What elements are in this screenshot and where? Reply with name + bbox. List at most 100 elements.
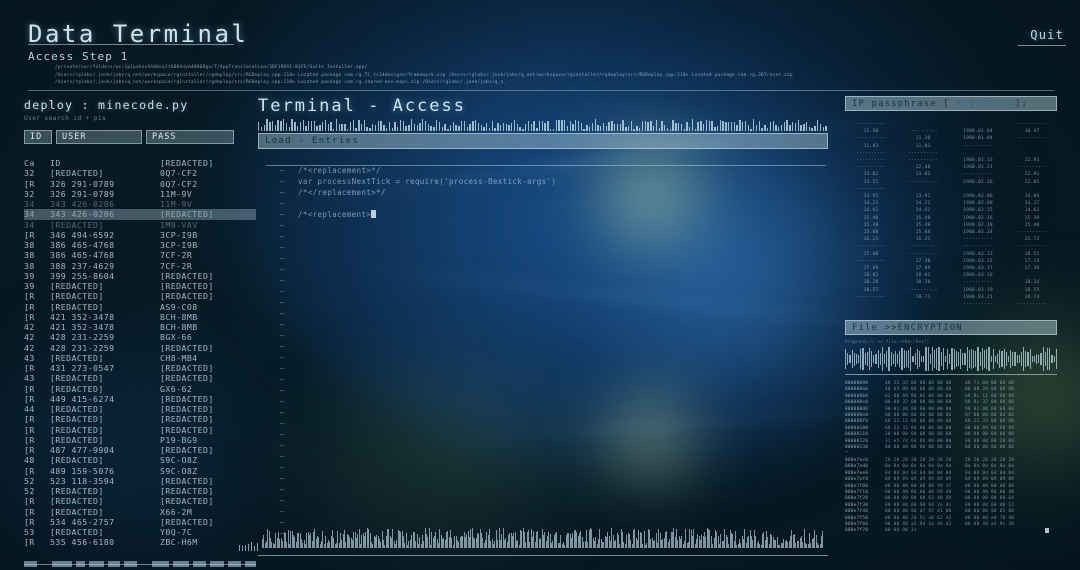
ip-cell-b: ---------- — [908, 150, 938, 156]
table-row[interactable]: 48 [REDACTED] S9C-O8Z — [24, 455, 256, 465]
table-row[interactable]: 42 428 231-2259 [REDACTED] — [24, 343, 256, 353]
table-row[interactable]: 34 [REDACTED] 1M9-VAV — [24, 220, 256, 230]
table-row[interactable]: 34 343 426-0206 [REDACTED] — [24, 209, 256, 220]
waveform-bar — [1018, 354, 1020, 364]
code-line[interactable]: — — [258, 352, 828, 363]
code-line[interactable]: — — [258, 506, 828, 517]
code-line[interactable]: — /*</replacement>*/ — [258, 187, 828, 198]
timeline-ruler[interactable] — [262, 526, 824, 548]
tick-mark — [811, 127, 813, 131]
table-row[interactable]: [R [REDACTED] X66-2M — [24, 507, 256, 517]
code-line[interactable]: — — [258, 451, 828, 462]
ip-cell-a — [845, 301, 897, 308]
table-row[interactable]: 43 [REDACTED] CH8-MB4 — [24, 353, 256, 363]
ip-cell-d: ---------- — [1017, 122, 1047, 127]
table-row[interactable]: [R 489 159-5076 S9C-O8Z — [24, 466, 256, 476]
waveform-bar — [879, 353, 881, 365]
code-line[interactable]: — — [258, 462, 828, 473]
table-row[interactable]: 34 343 426-0206 11M-9V — [24, 199, 256, 209]
table-row[interactable]: [R [REDACTED] [REDACTED] — [24, 291, 256, 301]
table-row[interactable]: [R 326 291-0789 0Q7-CF2 — [24, 179, 256, 189]
load-entries-bar[interactable]: Load - Entries — [258, 133, 828, 149]
table-row[interactable]: [R 534 465-2757 [REDACTED] — [24, 517, 256, 527]
tick-mark — [516, 123, 519, 131]
code-line[interactable]: — — [258, 330, 828, 341]
code-line[interactable]: — — [258, 385, 828, 396]
search-input-id[interactable]: ID — [24, 130, 52, 144]
code-line[interactable]: — — [258, 319, 828, 330]
search-input-pass[interactable]: PASS — [146, 130, 234, 144]
code-line[interactable]: — — [258, 374, 828, 385]
table-row[interactable]: 52 523 118-3594 [REDACTED] — [24, 476, 256, 486]
table-row[interactable]: Ca ID [REDACTED] — [24, 158, 256, 168]
waveform-bar — [1020, 352, 1023, 366]
code-line[interactable]: — — [258, 396, 828, 407]
table-row[interactable]: [R 431 273-0547 [REDACTED] — [24, 363, 256, 373]
code-line[interactable]: — — [258, 429, 828, 440]
code-line[interactable]: — — [258, 308, 828, 319]
code-line[interactable]: — /*<replacement>*/ — [258, 165, 828, 176]
ip-cell-b: 15.40 — [915, 222, 931, 228]
code-line[interactable]: — — [258, 418, 828, 429]
table-row[interactable]: 43 [REDACTED] [REDACTED] — [24, 373, 256, 383]
code-line[interactable]: — — [258, 297, 828, 308]
code-line[interactable]: — — [258, 220, 828, 231]
table-row[interactable]: 52 [REDACTED] [REDACTED] — [24, 486, 256, 496]
table-row[interactable]: [R [REDACTED] AS9-CO8 — [24, 302, 256, 312]
code-line[interactable]: — — [258, 341, 828, 352]
table-row[interactable]: [R [REDACTED] [REDACTED] — [24, 414, 256, 424]
table-row[interactable]: [R 487 477-9904 [REDACTED] — [24, 445, 256, 455]
table-row[interactable]: [R 346 494-6592 3CP-I9B — [24, 230, 256, 240]
code-line[interactable]: — — [258, 264, 828, 275]
code-line[interactable]: — — [258, 231, 828, 242]
table-row[interactable]: 42 421 352-3478 BCH-8MB — [24, 322, 256, 332]
table-row[interactable]: 42 428 231-2259 BGX-66 — [24, 332, 256, 342]
code-line[interactable]: — var processNextTick = require('process-… — [258, 176, 828, 187]
code-line[interactable]: — — [258, 495, 828, 506]
tick-mark — [472, 120, 474, 131]
code-gutter: — — [280, 287, 285, 296]
table-row[interactable]: 39 399 255-8604 [REDACTED] — [24, 271, 256, 281]
table-row[interactable]: [R 535 456-6180 ZBC-H6M — [24, 537, 256, 547]
code-line[interactable]: — — [258, 242, 828, 253]
code-line[interactable]: — — [258, 253, 828, 264]
tick-mark — [683, 128, 685, 131]
table-row[interactable]: 39 [REDACTED] [REDACTED] — [24, 281, 256, 291]
code-line[interactable]: — — [258, 407, 828, 418]
code-line[interactable]: — /*<replacement> — [258, 209, 828, 220]
ip-cell-c: 1980.02.16 — [963, 215, 993, 221]
ip-cell-c: 1980.02.24 — [963, 230, 993, 236]
code-editor[interactable]: — /*<replacement>*/ — var processNextTick =… — [258, 165, 828, 539]
table-row[interactable]: 38 386 465-4768 7CF-2R — [24, 250, 256, 260]
search-input-user[interactable]: USER — [56, 130, 142, 144]
table-row[interactable]: [R [REDACTED] [REDACTED] — [24, 496, 256, 506]
code-line[interactable]: — — [258, 473, 828, 484]
tick-mark — [753, 119, 755, 131]
table-row[interactable]: 32 [REDACTED] 0Q7-CF2 — [24, 168, 256, 178]
ip-cell-a: 11.30 — [863, 129, 879, 135]
table-row[interactable]: 53 [REDACTED] Y0Q-7C — [24, 527, 256, 537]
code-line[interactable]: — — [258, 198, 828, 209]
table-row[interactable]: 32 326 291-0789 11M-9V — [24, 189, 256, 199]
code-line[interactable]: — — [258, 484, 828, 495]
table-row[interactable]: [R [REDACTED] P19-BG9 — [24, 435, 256, 445]
tick-mark — [580, 122, 583, 131]
code-line[interactable]: — — [258, 363, 828, 374]
ip-cell-d: 15.72 — [1024, 237, 1040, 243]
code-line[interactable]: — — [258, 275, 828, 286]
table-row[interactable]: 38 386 465-4768 3CP-I9B — [24, 240, 256, 250]
ip-cell-c: 1980.03.21 — [963, 294, 993, 300]
table-row[interactable]: [R 449 415-6274 [REDACTED] — [24, 394, 256, 404]
tick-mark — [544, 123, 546, 131]
code-line[interactable]: — — [258, 440, 828, 451]
ip-cell-d: 12.91 — [1024, 158, 1040, 164]
code-line[interactable]: — — [258, 286, 828, 297]
waveform-bar — [918, 351, 921, 367]
quit-button[interactable]: Quit — [1030, 28, 1064, 42]
table-row[interactable]: 38 388 237-4629 7CF-2R — [24, 261, 256, 271]
ip-table-row: ---------- — [845, 186, 1057, 193]
table-row[interactable]: [R [REDACTED] GX6-62 — [24, 384, 256, 394]
table-row[interactable]: 44 [REDACTED] [REDACTED] — [24, 404, 256, 414]
table-row[interactable]: [R [REDACTED] [REDACTED] — [24, 425, 256, 435]
table-row[interactable]: [R 421 352-3478 BCH-8MB — [24, 312, 256, 322]
